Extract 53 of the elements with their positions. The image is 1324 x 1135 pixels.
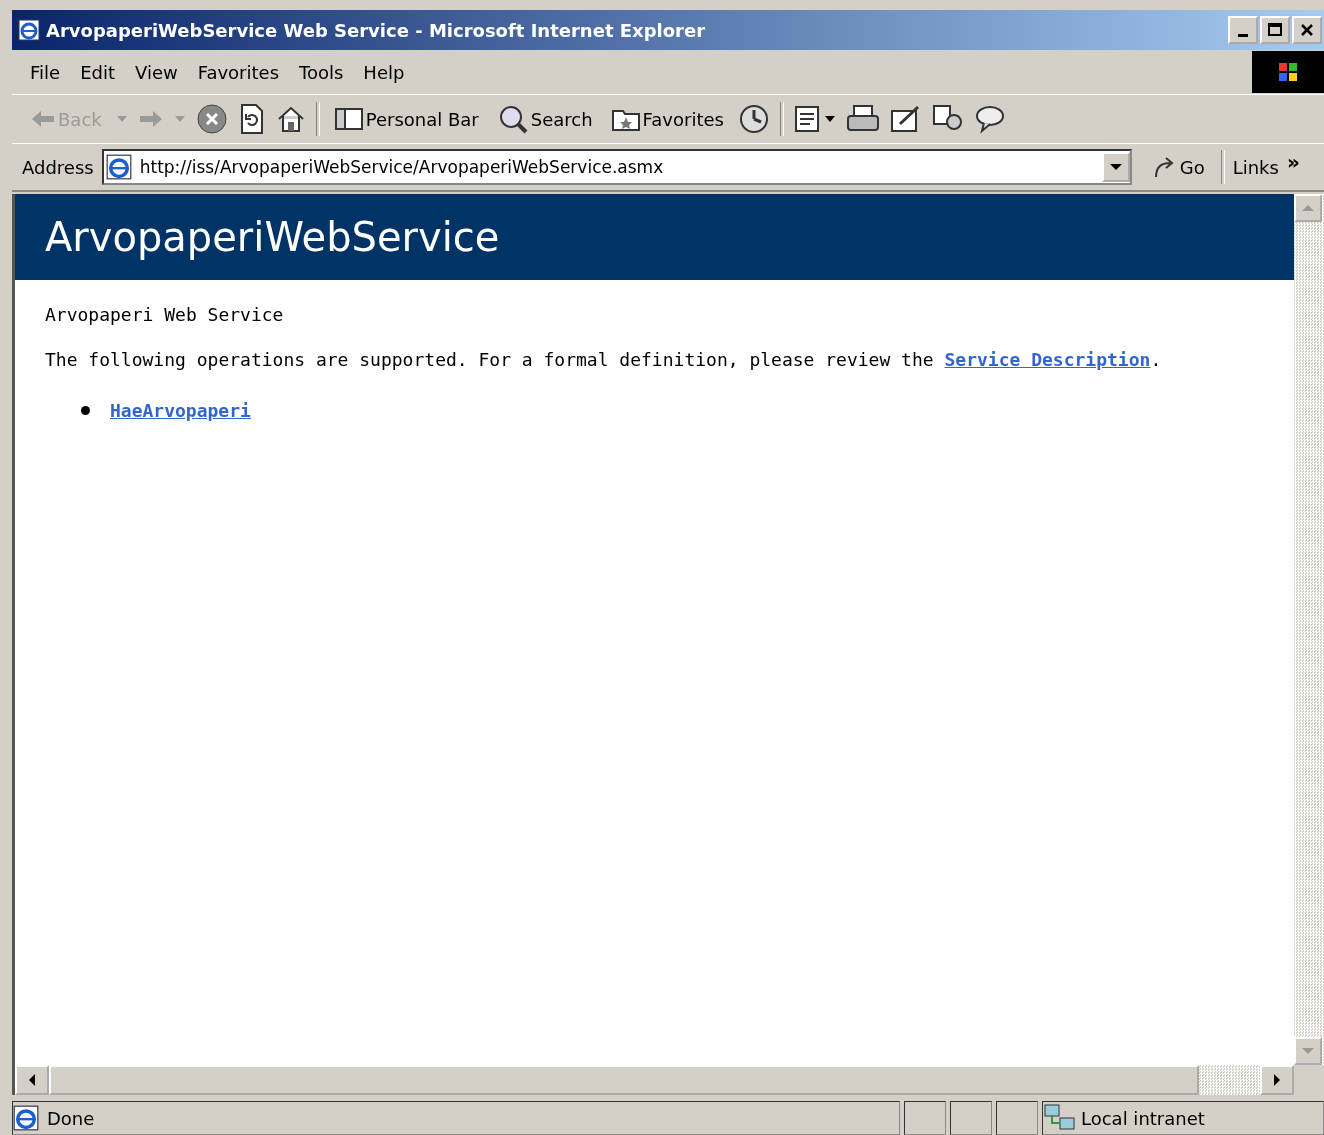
- more-chevron[interactable]: »: [1286, 150, 1300, 174]
- menu-item[interactable]: Edit: [78, 61, 123, 83]
- windows-logo-icon: [1252, 51, 1324, 93]
- intro-paragraph: The following operations are supported. For a formal definition, please review the Service Description.: [45, 349, 1163, 370]
- personal-bar-button[interactable]: Personal Bar: [329, 106, 483, 132]
- address-field[interactable]: http://iss/ArvopaperiWebService/ArvopaperiWebService.asmx: [101, 149, 1132, 185]
- menu-item[interactable]: View: [133, 61, 186, 83]
- menu-item[interactable]: Help: [361, 61, 413, 83]
- down-arrow-icon: [1301, 1046, 1315, 1056]
- maximize-button[interactable]: [1260, 16, 1290, 44]
- status-panel: [950, 1101, 992, 1135]
- menu-item[interactable]: File: [28, 61, 69, 83]
- page-heading: ArvopaperiWebService: [45, 214, 500, 260]
- dropdown-button[interactable]: [1101, 152, 1130, 182]
- close-button[interactable]: [1292, 16, 1322, 44]
- window-title: ArvopaperiWebService Web Service - Microsoft Internet Explorer: [46, 19, 707, 41]
- service-description-link[interactable]: Service Description: [944, 349, 1151, 370]
- left-arrow-icon: [27, 1073, 37, 1087]
- search-button[interactable]: Search: [492, 104, 597, 134]
- service-description-text: Arvopaperi Web Service: [45, 304, 285, 325]
- network-icon: [1043, 1103, 1077, 1133]
- bullet-icon: [81, 406, 90, 415]
- zone-text: Local intranet: [1081, 1107, 1205, 1129]
- right-arrow-icon: [1272, 1073, 1282, 1087]
- scroll-up-button[interactable]: [1294, 194, 1322, 222]
- page-icon: [105, 154, 132, 180]
- close-icon: [1299, 22, 1315, 38]
- vertical-scrollbar[interactable]: [1294, 194, 1324, 1065]
- print-icon[interactable]: [845, 104, 880, 134]
- minimize-icon: [1238, 33, 1248, 37]
- stop-icon[interactable]: [195, 103, 228, 135]
- status-text: Done: [47, 1107, 95, 1129]
- browser-icon: [18, 19, 40, 41]
- scroll-right-button[interactable]: [1260, 1065, 1294, 1095]
- page-icon: [13, 1105, 39, 1131]
- menu-item[interactable]: Favorites: [195, 61, 287, 83]
- edit-icon[interactable]: [889, 104, 922, 134]
- minimize-button[interactable]: [1228, 16, 1258, 44]
- history-icon[interactable]: [737, 103, 770, 135]
- maximize-icon: [1267, 22, 1283, 38]
- up-arrow-icon: [1301, 203, 1315, 213]
- status-panel: [904, 1101, 946, 1135]
- links-button[interactable]: Links: [1232, 156, 1279, 178]
- address-label: Address: [22, 156, 94, 178]
- go-button[interactable]: Go: [1139, 155, 1213, 179]
- messenger-icon[interactable]: [973, 104, 1006, 134]
- back-arrow-icon: [30, 109, 56, 129]
- status-panel: [996, 1101, 1038, 1135]
- favorites-button[interactable]: Favorites: [606, 106, 728, 132]
- caret-icon: [1108, 163, 1123, 171]
- scroll-left-button[interactable]: [15, 1065, 49, 1095]
- menu-item[interactable]: Tools: [297, 61, 352, 83]
- operation-link[interactable]: HaeArvopaperi: [110, 400, 251, 421]
